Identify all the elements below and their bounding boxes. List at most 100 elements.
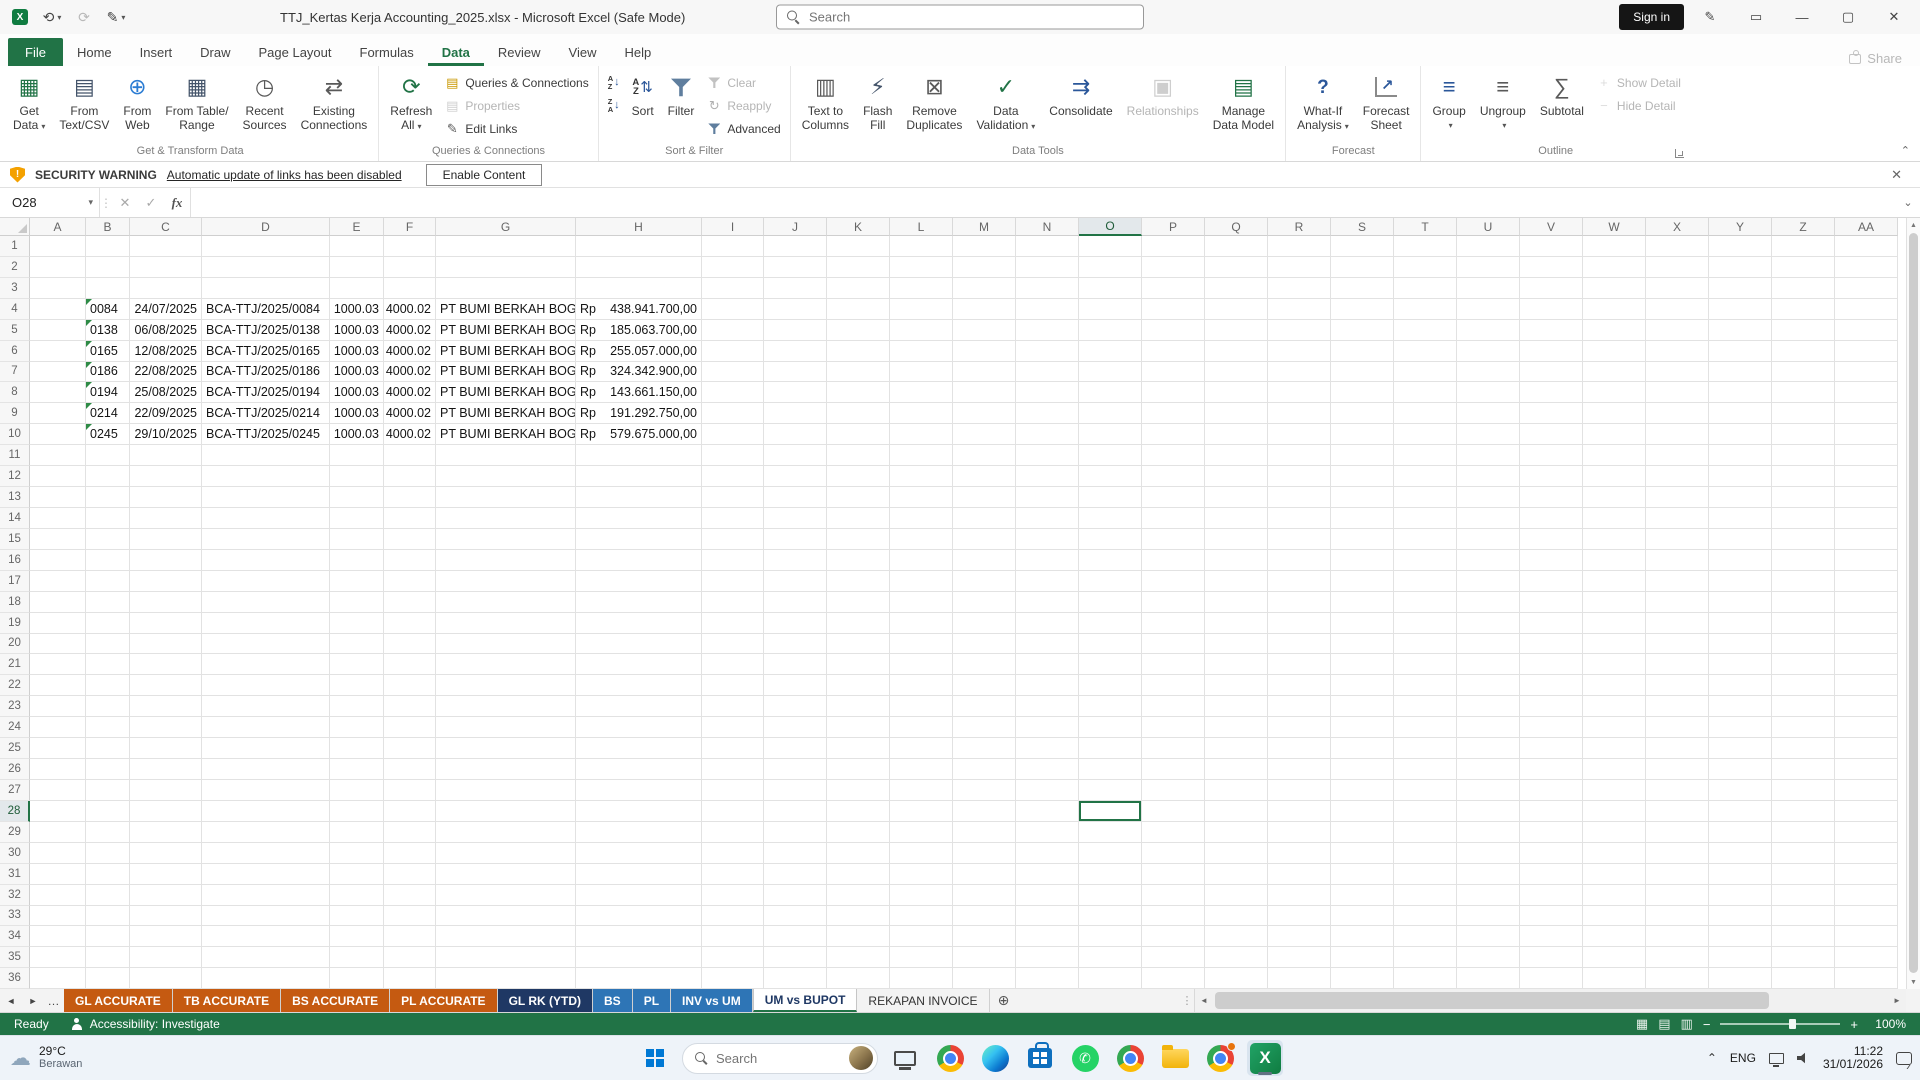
cell-L28[interactable] [890, 801, 953, 822]
cell-X9[interactable] [1646, 403, 1709, 424]
cell-N11[interactable] [1016, 445, 1079, 466]
cell-Q25[interactable] [1205, 738, 1268, 759]
cell-S30[interactable] [1331, 843, 1394, 864]
cell-W1[interactable] [1583, 236, 1646, 257]
cell-M27[interactable] [953, 780, 1016, 801]
cell-C31[interactable] [130, 864, 202, 885]
cell-J24[interactable] [764, 717, 827, 738]
cell-H22[interactable] [576, 675, 702, 696]
cell-N3[interactable] [1016, 278, 1079, 299]
row-header-33[interactable]: 33 [0, 906, 30, 927]
cell-E10[interactable]: 1000.03 [330, 424, 384, 445]
sheet-tab-pl-accurate[interactable]: PL ACCURATE [390, 989, 497, 1012]
cell-N19[interactable] [1016, 613, 1079, 634]
cell-C14[interactable] [130, 508, 202, 529]
cell-D27[interactable] [202, 780, 330, 801]
cell-K18[interactable] [827, 592, 890, 613]
cell-T13[interactable] [1394, 487, 1457, 508]
cell-J19[interactable] [764, 613, 827, 634]
cell-H19[interactable] [576, 613, 702, 634]
cell-AA14[interactable] [1835, 508, 1898, 529]
cell-J2[interactable] [764, 257, 827, 278]
cell-W17[interactable] [1583, 571, 1646, 592]
cell-M18[interactable] [953, 592, 1016, 613]
cell-W16[interactable] [1583, 550, 1646, 571]
cell-L22[interactable] [890, 675, 953, 696]
tab-review[interactable]: Review [484, 38, 555, 66]
cell-T36[interactable] [1394, 968, 1457, 989]
cell-N18[interactable] [1016, 592, 1079, 613]
cell-F8[interactable]: 4000.02 [384, 382, 436, 403]
cell-F14[interactable] [384, 508, 436, 529]
cell-E25[interactable] [330, 738, 384, 759]
cell-Y20[interactable] [1709, 634, 1772, 655]
cell-A23[interactable] [30, 696, 86, 717]
cell-B30[interactable] [86, 843, 130, 864]
cell-X1[interactable] [1646, 236, 1709, 257]
cell-K1[interactable] [827, 236, 890, 257]
cell-L31[interactable] [890, 864, 953, 885]
row-header-20[interactable]: 20 [0, 634, 30, 655]
cell-Q24[interactable] [1205, 717, 1268, 738]
cell-T26[interactable] [1394, 759, 1457, 780]
cell-T11[interactable] [1394, 445, 1457, 466]
column-header-B[interactable]: B [86, 218, 130, 236]
cell-X15[interactable] [1646, 529, 1709, 550]
cell-J5[interactable] [764, 320, 827, 341]
cell-S24[interactable] [1331, 717, 1394, 738]
cell-E27[interactable] [330, 780, 384, 801]
cell-F32[interactable] [384, 885, 436, 906]
cell-G20[interactable] [436, 634, 576, 655]
cell-T21[interactable] [1394, 654, 1457, 675]
cell-W31[interactable] [1583, 864, 1646, 885]
cell-B26[interactable] [86, 759, 130, 780]
cell-A11[interactable] [30, 445, 86, 466]
cell-I1[interactable] [702, 236, 764, 257]
cell-P1[interactable] [1142, 236, 1205, 257]
row-header-4[interactable]: 4 [0, 299, 30, 320]
filter-button[interactable]: Filter [662, 68, 701, 144]
sheet-tab-bs-accurate[interactable]: BS ACCURATE [281, 989, 390, 1012]
cell-M34[interactable] [953, 926, 1016, 947]
cell-Z36[interactable] [1772, 968, 1835, 989]
cell-Q36[interactable] [1205, 968, 1268, 989]
cell-P7[interactable] [1142, 362, 1205, 383]
cell-E34[interactable] [330, 926, 384, 947]
cell-S31[interactable] [1331, 864, 1394, 885]
cell-O31[interactable] [1079, 864, 1142, 885]
cell-W34[interactable] [1583, 926, 1646, 947]
cell-G21[interactable] [436, 654, 576, 675]
cell-V11[interactable] [1520, 445, 1583, 466]
cell-H4[interactable]: Rp438.941.700,00 [576, 299, 702, 320]
cell-M25[interactable] [953, 738, 1016, 759]
cell-V34[interactable] [1520, 926, 1583, 947]
cell-G27[interactable] [436, 780, 576, 801]
cell-V4[interactable] [1520, 299, 1583, 320]
taskbar-weather[interactable]: ☁ 29°C Berawan [10, 1045, 82, 1071]
cell-W14[interactable] [1583, 508, 1646, 529]
cell-A33[interactable] [30, 906, 86, 927]
cell-D12[interactable] [202, 466, 330, 487]
cell-B16[interactable] [86, 550, 130, 571]
cell-R14[interactable] [1268, 508, 1331, 529]
cell-Y17[interactable] [1709, 571, 1772, 592]
cell-W10[interactable] [1583, 424, 1646, 445]
cell-Q32[interactable] [1205, 885, 1268, 906]
cell-O28[interactable] [1079, 801, 1142, 822]
cell-C28[interactable] [130, 801, 202, 822]
cell-F28[interactable] [384, 801, 436, 822]
cell-O34[interactable] [1079, 926, 1142, 947]
cell-T19[interactable] [1394, 613, 1457, 634]
row-header-23[interactable]: 23 [0, 696, 30, 717]
cell-Y3[interactable] [1709, 278, 1772, 299]
cell-I18[interactable] [702, 592, 764, 613]
cell-R33[interactable] [1268, 906, 1331, 927]
cell-E21[interactable] [330, 654, 384, 675]
cell-I29[interactable] [702, 822, 764, 843]
column-header-J[interactable]: J [764, 218, 827, 236]
column-header-E[interactable]: E [330, 218, 384, 236]
cell-G13[interactable] [436, 487, 576, 508]
sheet-tab-gl-accurate[interactable]: GL ACCURATE [64, 989, 173, 1012]
cell-T31[interactable] [1394, 864, 1457, 885]
cell-Q18[interactable] [1205, 592, 1268, 613]
